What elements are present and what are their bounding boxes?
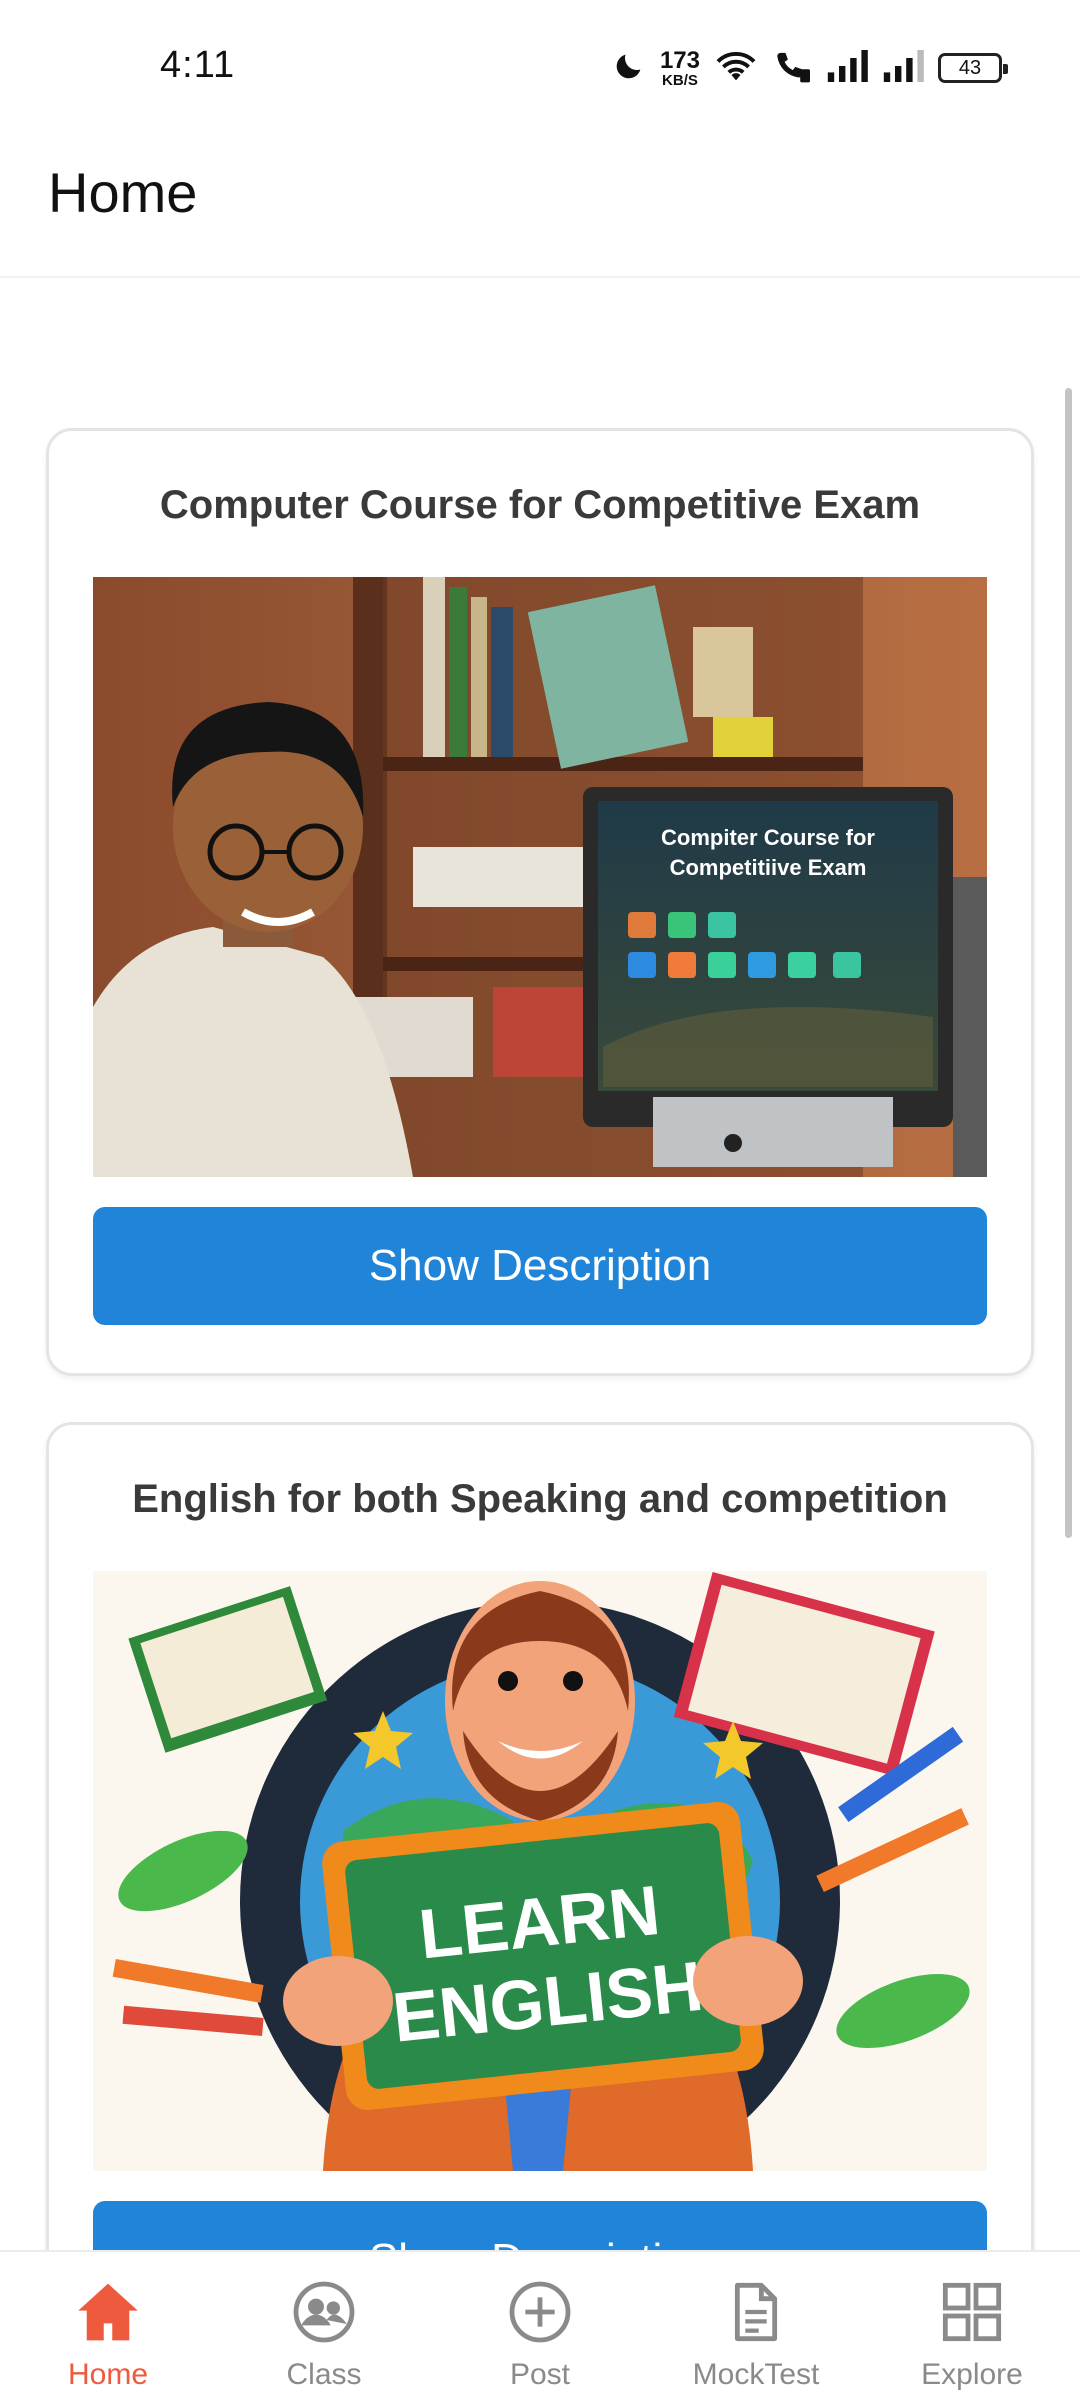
grid-icon [936, 2276, 1008, 2348]
nav-explore[interactable]: Explore [864, 2252, 1080, 2400]
course-image: LEARN ENGLISH [93, 1571, 987, 2171]
monitor-text-1: Compiter Course for [661, 825, 875, 850]
moon-icon [612, 49, 646, 88]
course-card[interactable]: Computer Course for Competitive Exam Com… [46, 428, 1034, 1376]
nav-mocktest[interactable]: MockTest [648, 2252, 864, 2400]
nav-label: Post [509, 2358, 571, 2391]
class-icon [288, 2276, 360, 2348]
nav-label: MockTest [692, 2358, 820, 2391]
network-speed: 173 KB/S [659, 46, 700, 89]
course-card[interactable]: English for both Speaking and competitio… [46, 1422, 1034, 2250]
show-description-button[interactable]: Show Description [93, 2201, 987, 2250]
signal-icon [882, 49, 924, 87]
home-icon [72, 2276, 144, 2348]
status-bar: 4:11 173 KB/S 43 [0, 0, 1080, 120]
scrollbar[interactable] [1065, 388, 1072, 1538]
nav-label: Home [67, 2358, 149, 2391]
status-time: 4:11 [160, 44, 236, 86]
nav-label: Explore [921, 2358, 1023, 2391]
app-header: Home [0, 120, 1080, 278]
course-image: Compiter Course for Competitiive Exam [93, 577, 987, 1177]
monitor-text-2: Competitiive Exam [670, 855, 867, 880]
document-icon [720, 2276, 792, 2348]
bottom-nav: Home Class Post MockTest Explore [0, 2250, 1080, 2400]
page-title: Home [48, 161, 198, 224]
nav-post[interactable]: Post [432, 2252, 648, 2400]
course-title: English for both Speaking and competitio… [132, 1477, 948, 1521]
plus-circle-icon [504, 2276, 576, 2348]
nav-home[interactable]: Home [0, 2252, 216, 2400]
course-list[interactable]: Computer Course for Competitive Exam Com… [0, 280, 1080, 2250]
battery-icon: 43 [938, 53, 1008, 83]
course-title: Computer Course for Competitive Exam [159, 483, 921, 527]
signal-icon [826, 49, 868, 87]
nav-label: Class [286, 2358, 362, 2391]
nav-class[interactable]: Class [216, 2252, 432, 2400]
call-icon [772, 48, 812, 89]
status-icons: 173 KB/S 43 [612, 44, 1008, 92]
show-description-button[interactable]: Show Description [93, 1207, 987, 1325]
wifi-icon [714, 48, 758, 89]
